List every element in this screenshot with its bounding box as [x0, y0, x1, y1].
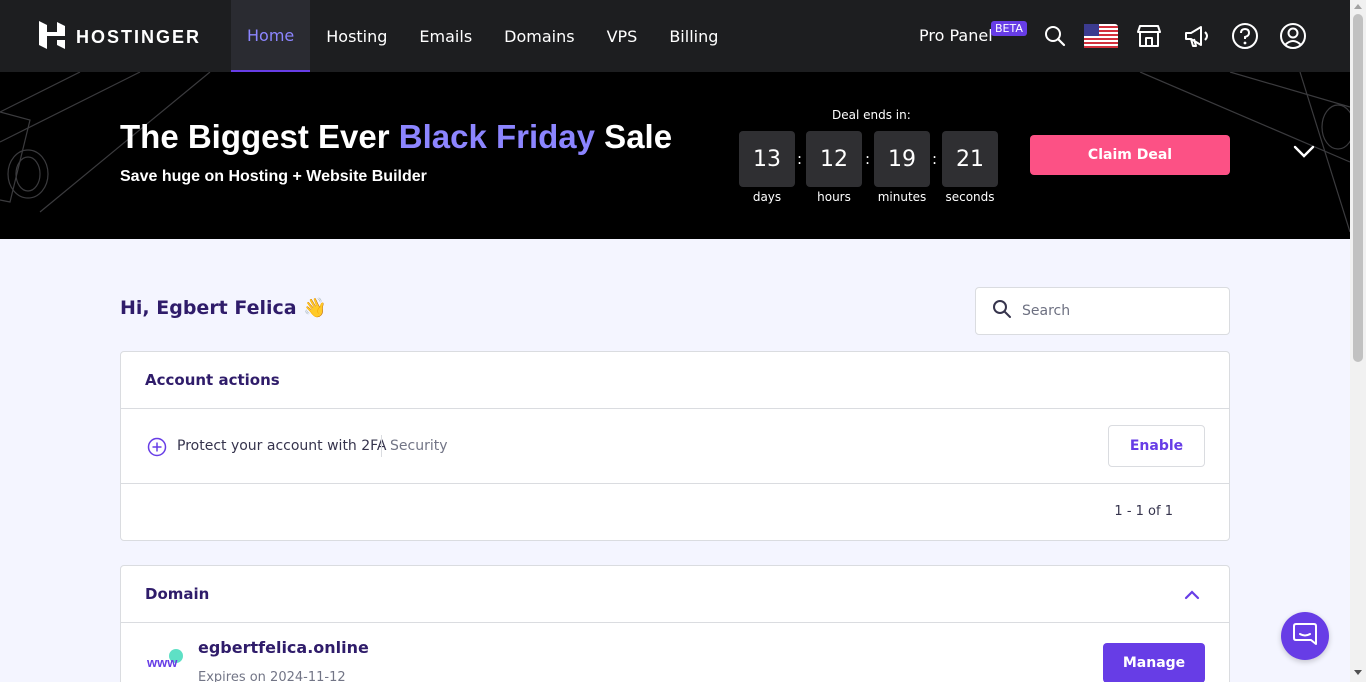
scroll-down-arrow[interactable]	[1354, 670, 1362, 675]
www-icon: www	[146, 649, 187, 673]
beta-badge: BETA	[991, 21, 1027, 36]
nav-emails[interactable]: Emails	[403, 0, 488, 72]
nav-domains[interactable]: Domains	[488, 0, 590, 72]
claim-deal-button[interactable]: Claim Deal	[1030, 135, 1230, 175]
nav-home[interactable]: Home	[231, 0, 311, 72]
domain-card-title: Domain	[145, 585, 210, 603]
pagination: 1 - 1 of 1	[121, 484, 1229, 540]
chat-icon	[1292, 621, 1318, 651]
countdown-days: 13	[739, 131, 795, 187]
countdown-minutes: 19	[874, 131, 930, 187]
svg-text:www: www	[147, 655, 178, 669]
greeting-text: Hi, Egbert Felica	[120, 297, 297, 319]
search-icon	[992, 299, 1012, 323]
countdown-separator: :	[797, 150, 803, 168]
countdown-seconds: 21	[942, 131, 998, 187]
divider	[381, 435, 382, 457]
manage-domain-button[interactable]: Manage	[1103, 643, 1205, 682]
countdown-days-label: days	[752, 190, 782, 204]
deal-ends-label: Deal ends in:	[832, 108, 911, 122]
greeting: Hi, Egbert Felica 👋	[120, 296, 327, 319]
banner-title-end: Sale	[595, 118, 673, 155]
countdown-separator: :	[932, 150, 938, 168]
domain-card: Domain www egbertfelica.online Expires o…	[120, 565, 1230, 682]
waving-hand-icon: 👋	[303, 297, 327, 319]
pagination-text: 1 - 1 of 1	[1114, 504, 1173, 519]
action-description: Protect your account with 2FA	[177, 438, 387, 454]
search-input[interactable]	[1022, 303, 1212, 319]
domain-name[interactable]: egbertfelica.online	[198, 638, 369, 657]
pro-panel-link[interactable]: Pro Panel	[919, 26, 993, 45]
countdown-separator: :	[865, 150, 871, 168]
search-box[interactable]	[975, 287, 1230, 335]
nav-billing[interactable]: Billing	[653, 0, 734, 72]
account-actions-title: Account actions	[121, 352, 1229, 409]
enable-2fa-button[interactable]: Enable	[1108, 425, 1205, 467]
domain-expiry: Expires on 2024-11-12	[198, 670, 346, 682]
banner-subtitle: Save huge on Hosting + Website Builder	[120, 168, 427, 185]
chevron-down-icon[interactable]	[1293, 144, 1315, 163]
nav-hosting[interactable]: Hosting	[310, 0, 403, 72]
chevron-up-icon[interactable]	[1184, 587, 1200, 605]
brand-name: HOSTINGER	[76, 26, 202, 47]
top-navigation-bar: HOSTINGER Home Hosting Emails Domains VP…	[0, 0, 1350, 72]
account-icon[interactable]	[1277, 20, 1309, 52]
account-actions-card: Account actions Protect your account wit…	[120, 351, 1230, 541]
page-scrollbar[interactable]	[1350, 0, 1366, 682]
hostinger-logo-icon	[38, 20, 66, 54]
scroll-up-arrow[interactable]	[1354, 4, 1362, 9]
scroll-thumb[interactable]	[1353, 14, 1363, 362]
chat-button[interactable]	[1281, 612, 1329, 660]
black-friday-banner: The Biggest Ever Black Friday Sale Save …	[0, 72, 1350, 239]
account-action-row: Protect your account with 2FA Security E…	[121, 409, 1229, 484]
store-icon[interactable]	[1133, 20, 1165, 52]
help-icon[interactable]	[1229, 20, 1261, 52]
countdown-minutes-label: minutes	[877, 190, 927, 204]
hostinger-logo[interactable]: HOSTINGER	[38, 20, 201, 54]
megaphone-icon[interactable]	[1181, 20, 1213, 52]
banner-title-highlight: Black Friday	[398, 118, 596, 155]
domain-row: www egbertfelica.online Expires on 2024-…	[121, 623, 1229, 682]
domain-card-header[interactable]: Domain	[121, 566, 1229, 623]
us-flag-icon[interactable]	[1084, 20, 1118, 52]
banner-title: The Biggest Ever Black Friday Sale	[120, 118, 672, 156]
action-category: Security	[390, 438, 448, 454]
main-nav: Home Hosting Emails Domains VPS Billing	[231, 0, 734, 72]
banner-title-start: The Biggest Ever	[120, 118, 399, 155]
add-circle-icon	[147, 437, 167, 461]
search-icon[interactable]	[1039, 20, 1071, 52]
nav-vps[interactable]: VPS	[591, 0, 654, 72]
countdown-seconds-label: seconds	[945, 190, 995, 204]
countdown-hours-label: hours	[817, 190, 851, 204]
countdown-hours: 12	[806, 131, 862, 187]
